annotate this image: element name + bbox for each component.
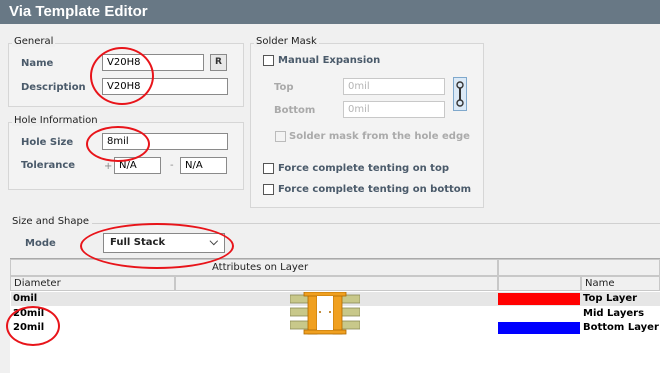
from-hole-edge-label: Solder mask from the hole edge: [289, 131, 470, 142]
row-layer-name: Bottom Layer: [583, 322, 659, 333]
diameter-header-label: Diameter: [14, 278, 61, 289]
reset-name-button[interactable]: R: [210, 54, 227, 71]
description-label: Description: [21, 82, 86, 93]
tolerance-label: Tolerance: [21, 160, 76, 171]
mode-annotation-circle: [80, 223, 234, 269]
tent-bottom-label: Force complete tenting on bottom: [278, 184, 472, 195]
top-expansion-input[interactable]: 0mil: [343, 78, 445, 95]
top-label: Top: [274, 82, 294, 93]
chain-link-icon[interactable]: [453, 77, 467, 111]
diameter-annotation-circle: [6, 306, 60, 346]
tolerance-minus-input[interactable]: N/A: [180, 157, 227, 174]
hole-size-label: Hole Size: [21, 137, 74, 148]
attributes-header: Attributes on Layer: [10, 259, 498, 276]
hole-info-legend: Hole Information: [12, 115, 100, 126]
solder-mask-legend: Solder Mask: [254, 36, 319, 47]
via-preview-icon: [290, 292, 360, 335]
row-color-swatch[interactable]: [498, 293, 580, 305]
tent-bottom-checkbox[interactable]: [263, 184, 274, 195]
manual-expansion-checkbox[interactable]: [263, 55, 274, 66]
row-layer-name: Mid Layers: [583, 308, 645, 319]
diameter-column-header[interactable]: Diameter: [10, 276, 175, 291]
hole-size-annotation-circle: [86, 126, 150, 162]
name-header-label: Name: [585, 278, 615, 289]
row-color-swatch[interactable]: [498, 322, 580, 334]
from-hole-edge-checkbox[interactable]: [275, 131, 286, 142]
layer-header-area: [498, 259, 660, 276]
title-bar: Via Template Editor: [0, 0, 660, 24]
bottom-expansion-input[interactable]: 0mil: [343, 101, 445, 118]
name-label: Name: [21, 58, 54, 69]
window-title: Via Template Editor: [9, 3, 148, 20]
row-layer-name: Top Layer: [583, 293, 638, 304]
row-diameter: 0mil: [13, 293, 38, 304]
mode-label: Mode: [25, 238, 56, 249]
plus-sign: +: [104, 161, 113, 172]
preview-column-header: [175, 276, 498, 291]
color-column-header: [498, 276, 581, 291]
name-column-header[interactable]: Name: [581, 276, 660, 291]
tent-top-checkbox[interactable]: [263, 163, 274, 174]
size-shape-legend: Size and Shape: [10, 216, 92, 227]
manual-expansion-label: Manual Expansion: [278, 55, 381, 66]
tent-top-label: Force complete tenting on top: [278, 163, 449, 174]
general-legend: General: [12, 36, 56, 47]
bottom-label: Bottom: [274, 105, 316, 116]
attributes-header-label: Attributes on Layer: [212, 262, 309, 273]
name-annotation-circle: [90, 47, 154, 105]
minus-sign: -: [170, 160, 174, 171]
